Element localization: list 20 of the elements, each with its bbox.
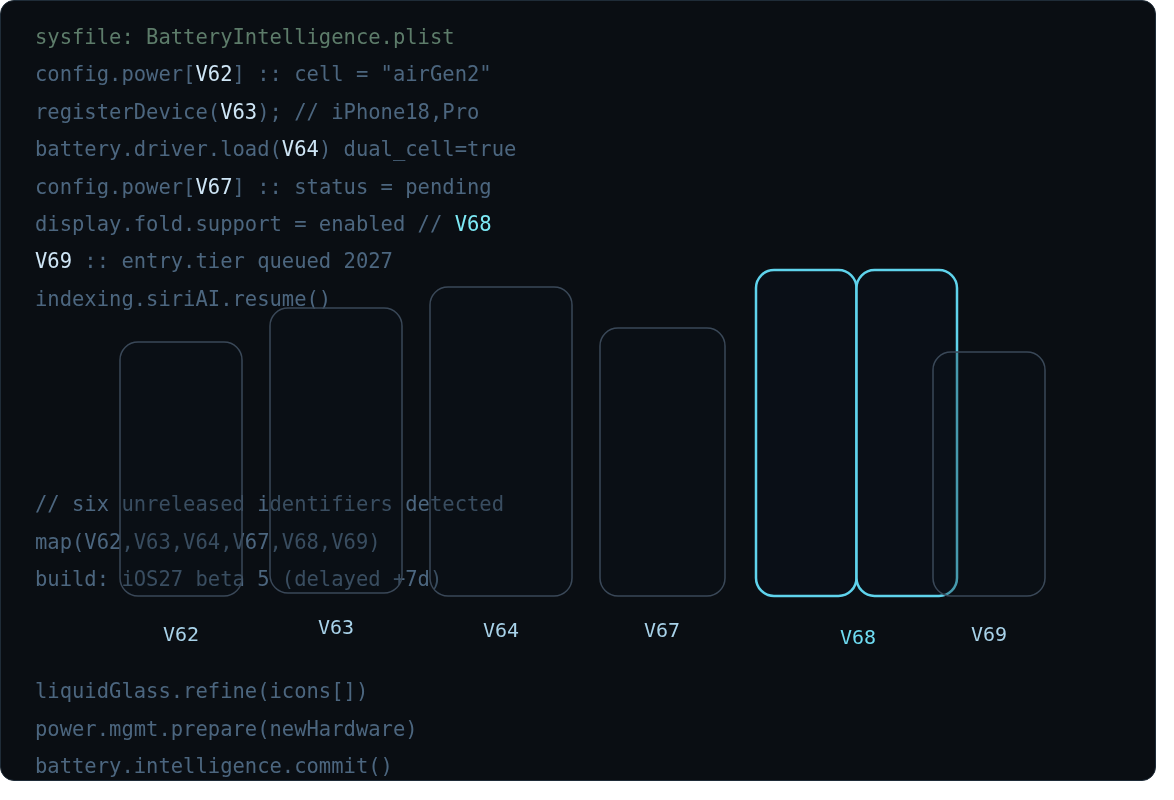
code-line: registerDevice(V63); // iPhone18,Pro: [35, 98, 480, 126]
device-label: V68: [839, 625, 877, 649]
code-line: V69 :: entry.tier queued 2027: [35, 248, 393, 276]
code-line: battery.driver.load(V64) dual_cell=true: [35, 136, 517, 164]
code-line: map(V62,V63,V64,V67,V68,V69): [35, 528, 381, 556]
code-line: // six unreleased identifiers detected: [35, 491, 504, 519]
code-line: display.fold.support = enabled // V68: [35, 211, 492, 239]
code-line: config.power[V62] :: cell = "airGen2": [35, 61, 492, 89]
device-label: V64: [482, 618, 520, 642]
device-label: V62: [162, 622, 200, 646]
code-line: sysfile: BatteryIntelligence.plist: [35, 24, 455, 51]
code-line: power.mgmt.prepare(newHardware): [35, 715, 418, 743]
code-line: build: iOS27 beta 5 (delayed +7d): [35, 566, 443, 594]
device-label: V63: [317, 615, 355, 639]
device-label: V69: [970, 622, 1008, 646]
device-label: V67: [643, 618, 681, 642]
code-line: liquidGlass.refine(icons[]): [35, 678, 369, 706]
code-line: indexing.siriAI.resume(): [35, 285, 332, 313]
code-line: config.power[V67] :: status = pending: [35, 173, 492, 201]
code-line: battery.intelligence.commit(): [35, 753, 393, 780]
